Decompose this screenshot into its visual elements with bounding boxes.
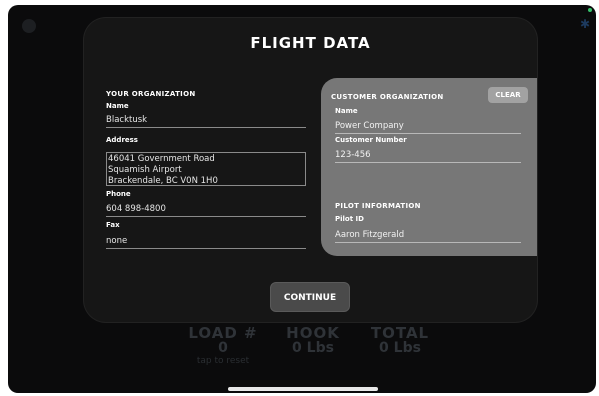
total-value: 0 Lbs [379, 340, 421, 356]
your-organization-heading: YOUR ORGANIZATION [106, 90, 196, 98]
hook-label: HOOK [286, 324, 340, 342]
load-label: LOAD # [188, 324, 258, 342]
load-value: 0 [218, 340, 228, 356]
home-indicator[interactable] [228, 387, 378, 391]
total-weight: TOTAL 0 Lbs [360, 325, 440, 356]
continue-button[interactable]: CONTINUE [270, 282, 350, 312]
hook-weight: HOOK 0 Lbs [278, 325, 348, 356]
app-screen: ✱ LOAD # 0 tap to reset HOOK 0 Lbs TOTAL… [8, 5, 596, 393]
address-field[interactable]: 46041 Government Road Squamish Airport B… [106, 152, 306, 186]
fax-field[interactable]: none [106, 236, 306, 249]
load-counter[interactable]: LOAD # 0 tap to reset [188, 325, 258, 367]
hook-value: 0 Lbs [292, 340, 334, 356]
phone-label: Phone [106, 190, 131, 198]
bluetooth-icon[interactable]: ✱ [580, 17, 590, 31]
customer-organization-heading: CUSTOMER ORGANIZATION [331, 93, 444, 101]
pilot-id-field[interactable]: Aaron Fitzgerald [335, 230, 521, 243]
address-label: Address [106, 136, 138, 144]
phone-field[interactable]: 604 898-4800 [106, 204, 306, 217]
fax-label: Fax [106, 221, 120, 229]
customer-name-label: Name [335, 107, 358, 115]
tap-to-reset-hint: tap to reset [196, 356, 250, 366]
pilot-id-label: Pilot ID [335, 215, 364, 223]
customer-number-label: Customer Number [335, 136, 407, 144]
clear-button[interactable]: CLEAR [488, 87, 528, 103]
menu-icon[interactable] [22, 19, 36, 33]
address-line: 46041 Government Road [108, 154, 215, 164]
name-label: Name [106, 102, 129, 110]
address-line: Squamish Airport [108, 165, 182, 175]
total-label: TOTAL [370, 324, 430, 342]
pilot-information-heading: PILOT INFORMATION [335, 202, 421, 210]
organization-name-field[interactable]: Blacktusk [106, 115, 306, 128]
customer-name-field[interactable]: Power Company [335, 121, 521, 134]
status-dot-icon [588, 8, 592, 12]
address-line: Brackendale, BC V0N 1H0 [108, 176, 218, 186]
customer-panel: CUSTOMER ORGANIZATION CLEAR Name Power C… [321, 78, 537, 256]
flight-data-modal: FLIGHT DATA YOUR ORGANIZATION Name Black… [84, 18, 537, 322]
modal-title: FLIGHT DATA [250, 34, 371, 52]
customer-number-field[interactable]: 123-456 [335, 150, 521, 163]
